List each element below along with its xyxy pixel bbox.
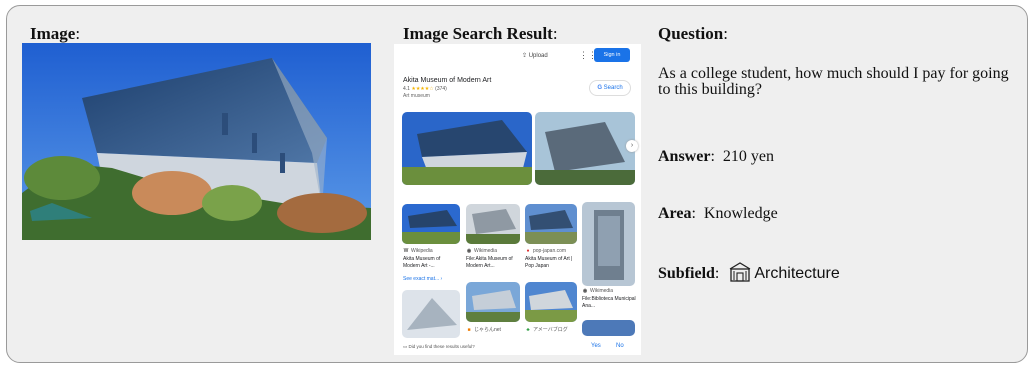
result-source-4[interactable]: ◉ Wikimedia [582, 288, 613, 294]
hero-image-1[interactable] [402, 112, 532, 185]
result-source-2[interactable]: ◉ Wikimedia [466, 248, 497, 254]
answer-value: 210 yen [722, 148, 774, 165]
subfield-value: Architecture [754, 265, 840, 282]
feedback-question: ▭ Did you find these results useful? [403, 344, 475, 349]
result-thumb-7[interactable] [525, 282, 577, 322]
search-result-screenshot: ⇪ Upload ⋮⋮ Sign in Akita Museum of Mode… [394, 44, 641, 355]
hero-image-2[interactable] [535, 112, 635, 185]
result-thumb-1[interactable] [402, 204, 460, 244]
upload-button[interactable]: ⇪ Upload [522, 52, 548, 59]
wikimedia-icon: ◉ [466, 248, 472, 254]
jalan-icon: ■ [467, 327, 471, 333]
knowledge-panel-title[interactable]: Akita Museum of Modern Art [403, 77, 491, 84]
search-result-label: Image Search Result: [403, 24, 558, 43]
result-source-5[interactable]: ■ じゃらんnet [466, 326, 500, 333]
result-thumb-2[interactable] [466, 204, 520, 244]
result-thumb-3[interactable] [525, 204, 577, 244]
google-search-button[interactable]: G Search [589, 80, 631, 96]
answer-row: Answer: 210 yen [658, 148, 774, 165]
pop-japan-icon: ● [526, 248, 530, 254]
question-label: Question: [658, 24, 728, 43]
wikimedia-icon: ◉ [582, 288, 588, 294]
search-top-bar: ⇪ Upload ⋮⋮ Sign in [394, 44, 641, 72]
result-source-1[interactable]: W Wikipedia [403, 248, 433, 254]
building-photo [22, 43, 371, 240]
star-rating-icon: ★★★★☆ [411, 86, 434, 92]
feedback-yes-button[interactable]: Yes [591, 343, 601, 349]
image-label: Image: [30, 24, 81, 43]
result-source-3[interactable]: ● pop-japan.com [525, 248, 566, 254]
result-source-6[interactable]: ♣ アメーバブログ [525, 326, 567, 333]
result-thumb-8[interactable] [582, 320, 635, 336]
result-title-1[interactable]: Akita Museum of Modern Art -... [403, 256, 457, 269]
question-text: As a college student, how much should I … [658, 65, 1009, 98]
chevron-right-icon[interactable]: › [626, 140, 638, 152]
result-thumb-5[interactable] [402, 290, 460, 338]
feedback-no-button[interactable]: No [616, 343, 624, 349]
google-g-icon: G [597, 85, 602, 91]
see-exact-matches-link[interactable]: See exact mat... › [403, 276, 442, 282]
ameba-icon: ♣ [526, 327, 530, 333]
result-thumb-4[interactable] [582, 202, 635, 286]
result-title-3[interactable]: Akita Museum of Art | Pop Japan [525, 256, 579, 269]
area-row: Area: Knowledge [658, 205, 778, 222]
wikipedia-icon: W [403, 248, 409, 254]
knowledge-panel-rating: 4.1 ★★★★☆ (374) [403, 86, 447, 92]
result-thumb-6[interactable] [466, 282, 520, 322]
building-icon [729, 262, 751, 287]
sign-in-button[interactable]: Sign in [594, 48, 630, 62]
knowledge-panel-type: Art museum [403, 93, 430, 99]
area-value: Knowledge [703, 205, 778, 222]
feedback-bar: ▭ Did you find these results useful? Yes… [394, 339, 641, 355]
result-title-4[interactable]: File:Biblioteca Municipal Ana... [582, 296, 636, 309]
result-title-2[interactable]: File:Akita Museum of Modern Art... [466, 256, 520, 269]
subfield-row: Subfield: Architecture [658, 262, 840, 287]
